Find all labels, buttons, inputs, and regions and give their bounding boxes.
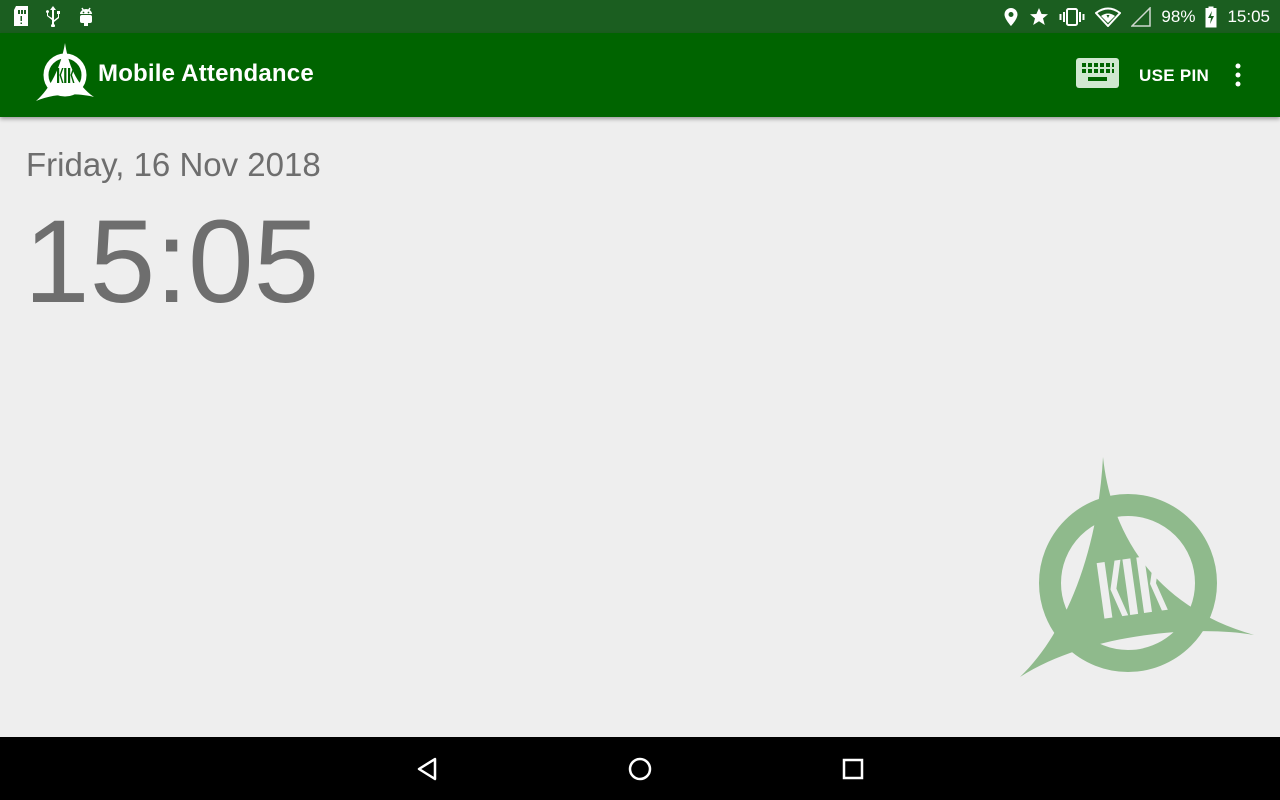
home-button[interactable]	[625, 754, 655, 784]
wifi-icon	[1095, 7, 1122, 27]
keyboard-button[interactable]	[1076, 58, 1119, 88]
android-debug-icon	[76, 5, 96, 27]
current-time: 15:05	[24, 196, 320, 328]
signal-icon	[1131, 6, 1152, 27]
star-icon	[1029, 7, 1049, 27]
klk-logo	[34, 41, 96, 103]
app-title: Mobile Attendance	[98, 60, 314, 87]
use-pin-button[interactable]: USE PIN	[1139, 66, 1209, 86]
sd-card-icon	[12, 5, 30, 27]
usb-icon	[43, 5, 63, 27]
klk-watermark-logo	[1018, 455, 1256, 679]
battery-charging-icon	[1205, 6, 1217, 28]
current-date: Friday, 16 Nov 2018	[26, 146, 321, 183]
status-left-icons	[12, 5, 96, 27]
status-right-icons: 98% 15:05	[1003, 0, 1270, 33]
overflow-menu-button[interactable]	[1227, 63, 1249, 87]
status-bar: 98% 15:05	[0, 0, 1280, 33]
recents-icon	[842, 758, 864, 780]
location-icon	[1003, 7, 1019, 27]
status-clock: 15:05	[1227, 6, 1270, 26]
battery-percent: 98%	[1161, 6, 1196, 26]
vibrate-icon	[1059, 7, 1085, 27]
back-icon	[417, 757, 437, 781]
back-button[interactable]	[413, 754, 443, 784]
navigation-bar	[0, 737, 1280, 800]
more-vert-icon	[1235, 63, 1241, 87]
app-bar: Mobile Attendance USE PIN	[0, 33, 1280, 117]
keyboard-icon	[1076, 58, 1119, 88]
recents-button[interactable]	[838, 754, 868, 784]
home-icon	[628, 757, 652, 781]
